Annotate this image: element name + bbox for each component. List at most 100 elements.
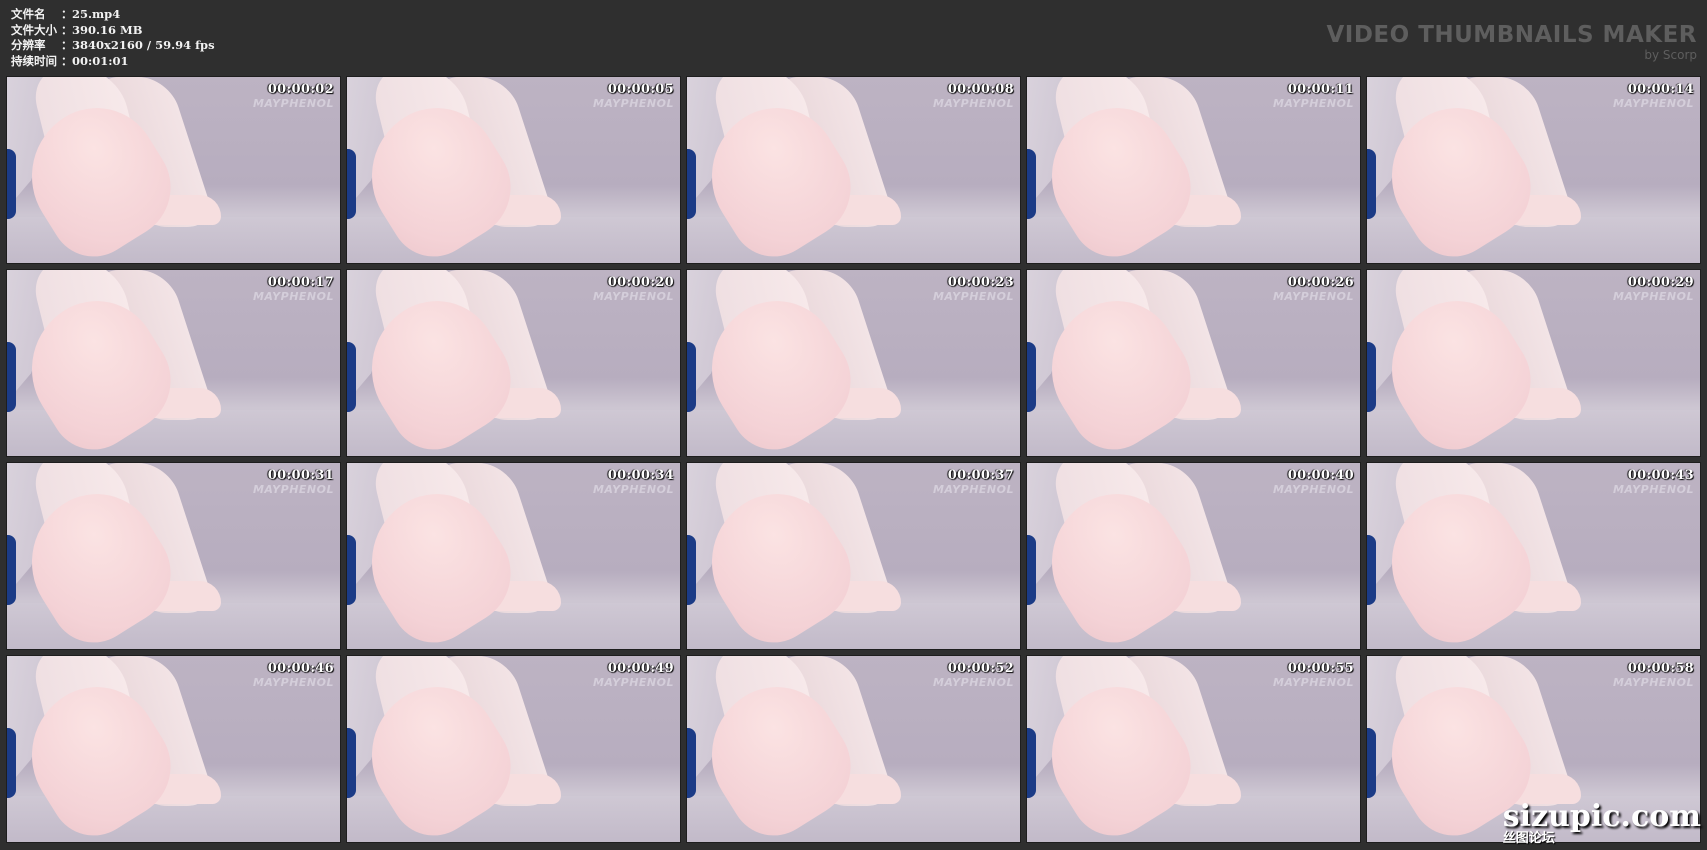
timestamp: 00:00:34 xyxy=(607,468,674,483)
watermark-text: MAYPHENOL xyxy=(1272,290,1354,303)
file-info: 文件名 ： 25.mp4 文件大小 ： 390.16 MB 分辨率 ： 3840… xyxy=(11,7,215,69)
info-row-duration: 持续时间 ： 00:01:01 xyxy=(11,54,215,70)
watermark-text: MAYPHENOL xyxy=(1612,97,1694,110)
timestamp: 00:00:14 xyxy=(1627,82,1694,97)
blue-object xyxy=(1027,535,1036,605)
blue-object xyxy=(347,149,356,219)
timestamp: 00:00:55 xyxy=(1287,661,1354,676)
thumbnail-frame: 00:00:05 MAYPHENOL xyxy=(346,76,681,264)
info-separator: ： xyxy=(61,53,73,68)
info-value: 00:01:01 xyxy=(72,53,129,68)
thumbnail-frame: 00:00:20 MAYPHENOL xyxy=(346,269,681,457)
timestamp: 00:00:37 xyxy=(947,468,1014,483)
info-label: 文件大小 xyxy=(11,22,57,37)
timestamp: 00:00:58 xyxy=(1627,661,1694,676)
blue-object xyxy=(687,342,696,412)
info-separator: ： xyxy=(61,38,73,52)
site-name: sizupic.com xyxy=(1502,799,1701,834)
thumbnail-grid: 00:00:02 MAYPHENOL 00:00:05 MAYPHENOL 00:00:… xyxy=(6,76,1701,843)
watermark-text: MAYPHENOL xyxy=(1612,290,1694,303)
blue-object xyxy=(7,728,16,798)
thumbnail-frame: 00:00:17 MAYPHENOL xyxy=(6,269,341,457)
watermark-text: MAYPHENOL xyxy=(932,483,1014,496)
timestamp: 00:00:05 xyxy=(607,82,674,97)
thumbnail-frame: 00:00:29 MAYPHENOL xyxy=(1366,269,1701,457)
thumbnail-frame: 00:00:02 MAYPHENOL xyxy=(6,76,341,264)
info-separator: ： xyxy=(61,22,73,37)
thumbnail-frame: 00:00:43 MAYPHENOL xyxy=(1366,462,1701,650)
thumbnail-frame: 00:00:31 MAYPHENOL xyxy=(6,462,341,650)
watermark-text: MAYPHENOL xyxy=(1272,483,1354,496)
info-label: 分辨率 xyxy=(11,38,46,52)
thumbnail-frame: 00:00:52 MAYPHENOL xyxy=(686,655,1021,843)
info-value: 390.16 MB xyxy=(72,22,143,37)
blue-object xyxy=(7,149,16,219)
watermark-text: MAYPHENOL xyxy=(1612,483,1694,496)
timestamp: 00:00:23 xyxy=(947,275,1014,290)
timestamp: 00:00:11 xyxy=(1287,82,1354,97)
brand-subtitle: by Scorp xyxy=(1644,48,1697,62)
thumbnail-frame: 00:00:55 MAYPHENOL xyxy=(1026,655,1361,843)
watermark-text: MAYPHENOL xyxy=(252,97,334,110)
watermark-text: MAYPHENOL xyxy=(592,483,674,496)
blue-object xyxy=(1367,728,1376,798)
watermark-text: MAYPHENOL xyxy=(252,676,334,689)
thumbnail-frame: 00:00:08 MAYPHENOL xyxy=(686,76,1021,264)
timestamp: 00:00:40 xyxy=(1287,468,1354,483)
timestamp: 00:00:02 xyxy=(267,82,334,97)
thumbnail-frame: 00:00:40 MAYPHENOL xyxy=(1026,462,1361,650)
thumbnail-frame: 00:00:46 MAYPHENOL xyxy=(6,655,341,843)
blue-object xyxy=(1027,342,1036,412)
thumbnail-frame: 00:00:26 MAYPHENOL xyxy=(1026,269,1361,457)
info-row-filesize: 文件大小 ： 390.16 MB xyxy=(11,23,215,39)
info-row-filename: 文件名 ： 25.mp4 xyxy=(11,7,215,23)
timestamp: 00:00:20 xyxy=(607,275,674,290)
watermark-text: MAYPHENOL xyxy=(592,290,674,303)
blue-object xyxy=(1367,342,1376,412)
info-value: 25.mp4 xyxy=(72,7,121,21)
blue-object xyxy=(687,535,696,605)
info-row-resolution: 分辨率 ： 3840x2160 / 59.94 fps xyxy=(11,38,215,54)
thumbnail-frame: 00:00:34 MAYPHENOL xyxy=(346,462,681,650)
watermark-text: MAYPHENOL xyxy=(1612,676,1694,689)
brand-logo: VIDEO THUMBNAILS MAKER by Scorp xyxy=(1326,22,1697,62)
blue-object xyxy=(1367,149,1376,219)
timestamp: 00:00:31 xyxy=(267,468,334,483)
blue-object xyxy=(7,535,16,605)
watermark-text: MAYPHENOL xyxy=(592,676,674,689)
blue-object xyxy=(1027,149,1036,219)
site-watermark: sizupic.com 丝图论坛 xyxy=(1503,802,1701,846)
thumbnail-frame: 00:00:11 MAYPHENOL xyxy=(1026,76,1361,264)
timestamp: 00:00:49 xyxy=(607,661,674,676)
header: 文件名 ： 25.mp4 文件大小 ： 390.16 MB 分辨率 ： 3840… xyxy=(0,0,1707,76)
thumbnail-frame: 00:00:14 MAYPHENOL xyxy=(1366,76,1701,264)
timestamp: 00:00:26 xyxy=(1287,275,1354,290)
info-label: 文件名 xyxy=(11,7,46,21)
timestamp: 00:00:52 xyxy=(947,661,1014,676)
timestamp: 00:00:29 xyxy=(1627,275,1694,290)
site-subtitle: 丝图论坛 xyxy=(1502,831,1555,846)
watermark-text: MAYPHENOL xyxy=(592,97,674,110)
info-value: 3840x2160 / 59.94 fps xyxy=(72,38,215,52)
timestamp: 00:00:43 xyxy=(1627,468,1694,483)
blue-object xyxy=(7,342,16,412)
brand-title: VIDEO THUMBNAILS MAKER xyxy=(1326,22,1697,48)
blue-object xyxy=(347,342,356,412)
blue-object xyxy=(687,149,696,219)
watermark-text: MAYPHENOL xyxy=(932,290,1014,303)
watermark-text: MAYPHENOL xyxy=(1272,676,1354,689)
thumbnail-frame: 00:00:37 MAYPHENOL xyxy=(686,462,1021,650)
thumbnail-frame: 00:00:23 MAYPHENOL xyxy=(686,269,1021,457)
thumbnail-frame: 00:00:49 MAYPHENOL xyxy=(346,655,681,843)
info-label: 持续时间 xyxy=(11,53,57,68)
watermark-text: MAYPHENOL xyxy=(932,676,1014,689)
blue-object xyxy=(347,535,356,605)
blue-object xyxy=(347,728,356,798)
timestamp: 00:00:08 xyxy=(947,82,1014,97)
watermark-text: MAYPHENOL xyxy=(252,483,334,496)
blue-object xyxy=(1027,728,1036,798)
timestamp: 00:00:17 xyxy=(267,275,334,290)
watermark-text: MAYPHENOL xyxy=(1272,97,1354,110)
blue-object xyxy=(687,728,696,798)
info-separator: ： xyxy=(61,7,73,21)
